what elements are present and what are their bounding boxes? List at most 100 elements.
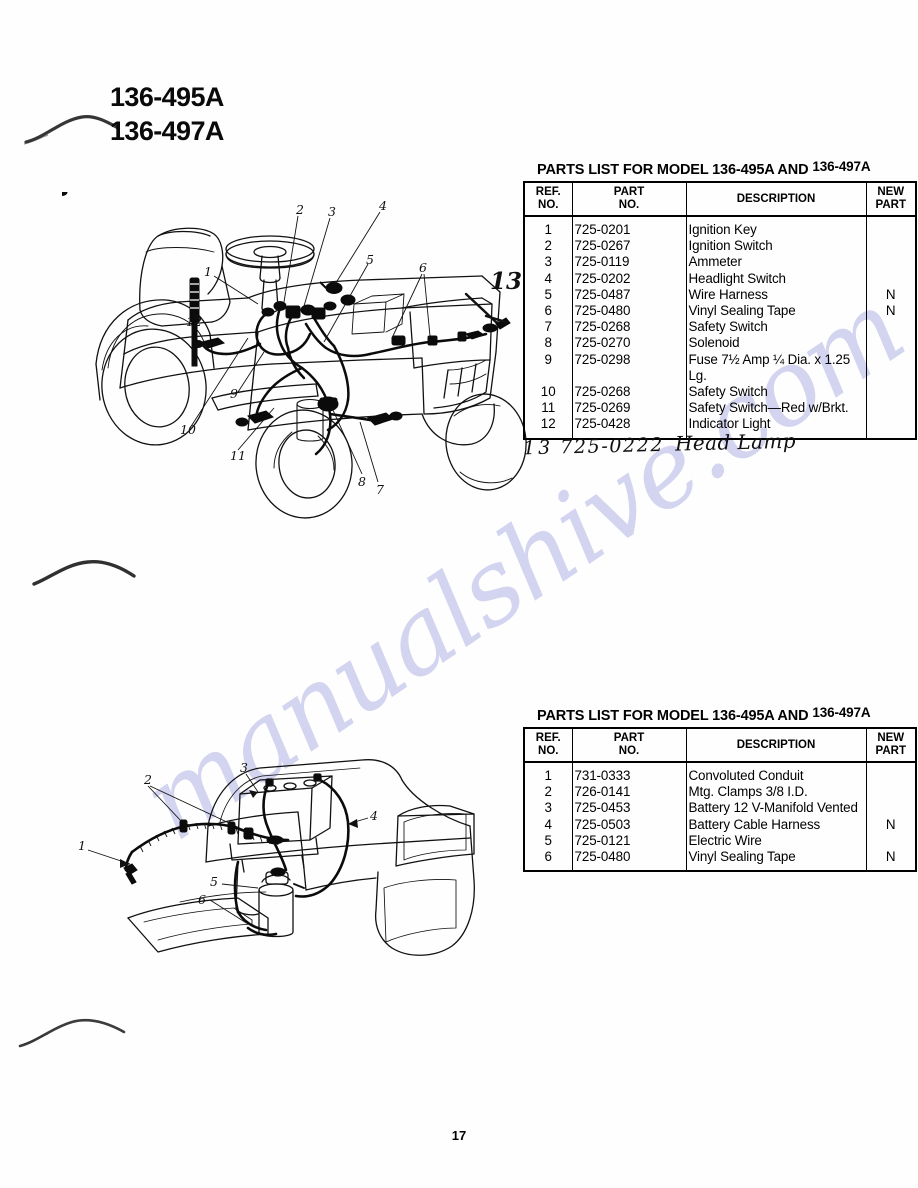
model-number-2: 136-497A [110,116,224,146]
handwritten-part: 725-0222 [559,433,665,459]
cell-part: 725-0267 [572,238,687,255]
callout-4: 4 [379,198,387,213]
table-row: 9 725-0298 Fuse 7½ Amp ¼ Dia. x 1.25 Lg. [524,351,916,385]
cell-new [866,271,916,287]
new-header-line2: PART [875,199,906,211]
new-header-line2: PART [875,745,906,757]
part-header-line1: PART [613,732,645,744]
callout-10: 10 [180,422,196,437]
cell-new [866,335,916,351]
page-number: 17 [451,1128,467,1143]
cell-desc: Convoluted Conduit [686,762,867,785]
cell-new [866,784,916,800]
new-header-line1: NEW [877,732,905,744]
cell-part: 725-0201 [572,216,687,239]
handwritten-desc: Head Lamp [674,428,797,456]
cell-part: 725-0119 [572,254,687,271]
parts-list-two-title-alt: 136-497A [812,705,871,720]
parts-list-block-two: PARTS LIST FOR MODEL 136-495A AND 136-497… [523,705,917,873]
cell-part: 725-0268 [572,319,687,336]
table-row: 7 725-0268 Safety Switch [524,319,916,336]
parts-list-one-title: PARTS LIST FOR MODEL 136-495A AND 136-497… [523,159,917,178]
part-header-line2: NO. [618,199,640,211]
parts-table-one: REF. NO. PART NO. DESCRIPTION NEW PART 1… [523,181,917,440]
cell-ref: 5 [524,286,573,304]
cell-ref: 6 [524,303,573,320]
cell-ref: 2 [524,238,573,255]
cell-part: 725-0268 [572,384,687,401]
scan-artifact-arc-middle [32,560,136,586]
cell-new [866,833,916,849]
cell-part: 725-0298 [572,351,687,385]
cell-new [866,319,916,335]
cell-ref: 7 [524,319,573,336]
cell-desc: Solenoid [686,335,867,352]
cell-part: 725-0270 [572,335,687,352]
cell-desc: Vinyl Sealing Tape [686,849,867,872]
part-header-line2: NO. [618,745,640,757]
callout-6: 6 [419,260,427,275]
scan-artifact-arc-bottom [18,1018,126,1048]
parts-list-one-title-alt: 136-497A [812,159,871,174]
cell-new [866,216,916,238]
column-header-part-no: PART NO. [572,728,687,763]
illustration-battery-cable: 1 2 3 4 5 6 [62,722,532,972]
parts-list-one-title-main: PARTS LIST FOR MODEL 136-495A AND [537,162,809,178]
cell-desc: Electric Wire [686,832,867,850]
parts-table-one-body: 1 725-0201 Ignition Key 2 725-0267 Ignit… [524,216,916,439]
ref-header-line1: REF. [535,732,561,744]
parts-list-two-title-main: PARTS LIST FOR MODEL 136-495A AND [537,708,809,724]
cell-desc: Battery Cable Harness [686,816,867,833]
callout2-5: 5 [210,874,218,889]
cell-new [866,384,916,400]
callout2-3: 3 [240,760,248,775]
column-header-description: DESCRIPTION [686,728,867,763]
cell-desc: Fuse 7½ Amp ¼ Dia. x 1.25 Lg. [686,351,867,385]
column-header-new-part: NEW PART [866,182,916,217]
new-header-line1: NEW [877,186,905,198]
table-row: 8 725-0270 Solenoid [524,335,916,352]
cell-part: 725-0121 [572,832,687,850]
table-row: 3 725-0119 Ammeter [524,254,916,271]
cell-ref: 1 [524,216,573,239]
column-header-part-no: PART NO. [572,182,687,217]
illustration-tractor-wiring: 1 2 3 4 5 6 7 8 9 10 11 12 13 [62,192,532,532]
column-header-description: DESCRIPTION [686,182,867,217]
cell-part: 725-0503 [572,816,687,833]
cell-new: N [885,849,896,865]
callout-12: 12 [186,314,202,329]
table-row: 1 731-0333 Convoluted Conduit [524,762,916,785]
cell-desc: Wire Harness [686,286,867,304]
cell-new: N [885,816,896,832]
cell-ref: 4 [524,816,573,833]
parts-table-one-header-row: REF. NO. PART NO. DESCRIPTION NEW PART [524,182,916,217]
cell-new [866,800,916,816]
parts-table-two-body: 1 731-0333 Convoluted Conduit 2 726-0141… [524,762,916,872]
parts-list-block-one: PARTS LIST FOR MODEL 136-495A AND 136-497… [523,159,917,440]
cell-ref: 6 [524,849,573,872]
ref-header-line2: NO. [538,745,559,757]
ref-header-line2: NO. [538,199,559,211]
cell-desc: Headlight Switch [686,270,867,287]
cell-new [866,416,916,438]
cell-desc: Ignition Key [686,216,867,239]
parts-list-two-title: PARTS LIST FOR MODEL 136-495A AND 136-497… [523,705,917,724]
callout-13-handwritten: 13 [490,268,523,295]
callout-3: 3 [328,204,336,219]
callout-2: 2 [296,202,304,217]
table-row: 5 725-0121 Electric Wire [524,832,916,850]
ref-header-line1: REF. [535,186,561,198]
cell-ref: 11 [524,400,573,417]
cell-new: N [885,303,896,319]
manual-page: manualshive.com 136-495A 136-497A 1 2 3 … [0,0,918,1188]
table-row: 3 725-0453 Battery 12 V-Manifold Vented [524,800,916,817]
cell-part: 726-0141 [572,784,687,801]
cell-part: 725-0202 [572,270,687,287]
table-row: 6 725-0480 Vinyl Sealing Tape N [524,303,916,320]
table-row: 10 725-0268 Safety Switch [524,384,916,401]
callout-1: 1 [204,264,212,279]
cell-part: 725-0269 [572,400,687,417]
parts-table-two: REF. NO. PART NO. DESCRIPTION NEW PART 1… [523,727,917,873]
callout2-4: 4 [370,808,378,823]
cell-new [866,400,916,416]
